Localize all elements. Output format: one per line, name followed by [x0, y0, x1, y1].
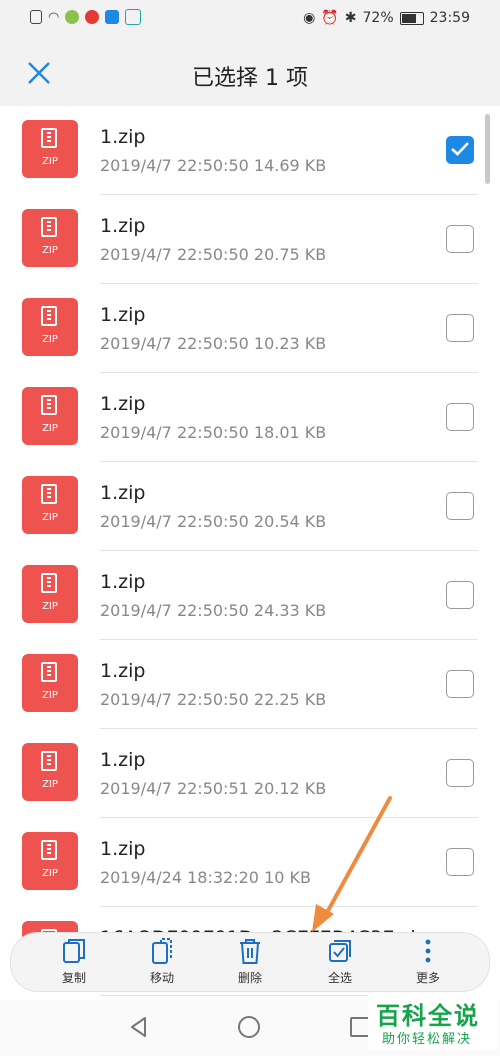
zip-icon-label: ZIP — [42, 245, 58, 256]
file-meta: 2019/4/7 22:50:50 22.25 KB — [100, 690, 327, 709]
zip-icon-label: ZIP — [42, 690, 58, 701]
checkbox[interactable] — [446, 225, 474, 253]
file-name: 1.zip — [100, 215, 146, 237]
checkbox[interactable] — [446, 581, 474, 609]
file-row[interactable]: ZIP 1.zip 2019/4/7 22:50:50 18.01 KB — [0, 373, 500, 462]
app-icon — [85, 10, 100, 24]
zip-file-icon: ZIP — [22, 743, 78, 801]
more-button[interactable]: 更多 — [383, 933, 473, 991]
file-row[interactable]: ZIP 1.zip 2019/4/7 22:50:50 14.69 KB — [0, 106, 500, 195]
zip-file-icon: ZIP — [22, 298, 78, 356]
system-status: ◉ ⏰ ✱ 72% 23:59 — [303, 10, 470, 26]
select-all-label: 全选 — [327, 971, 352, 985]
file-name: 1.zip — [100, 482, 146, 504]
wifi-icon: ◠ — [48, 9, 60, 25]
status-bar: ◠ ◉ ⏰ ✱ 72% 23:59 — [0, 0, 500, 40]
battery-percent: 72% — [362, 10, 394, 26]
trash-icon — [240, 939, 260, 964]
copy-label: 复制 — [61, 971, 86, 985]
back-icon[interactable] — [128, 1016, 150, 1038]
app-icon — [65, 10, 80, 24]
checkbox[interactable] — [446, 759, 474, 787]
file-row[interactable]: ZIP 1.zip 2019/4/24 18:32:20 10 KB — [0, 818, 500, 907]
notification-icons: ◠ — [30, 9, 142, 25]
zip-file-icon: ZIP — [22, 476, 78, 534]
zip-file-icon: ZIP — [22, 209, 78, 267]
checkbox[interactable] — [446, 848, 474, 876]
zip-file-icon: ZIP — [22, 120, 78, 178]
watermark: 百科全说 助你轻松解决 — [368, 994, 498, 1050]
alert-icon — [30, 10, 42, 24]
app-icon — [105, 10, 120, 24]
alarm-icon: ⏰ — [321, 10, 339, 26]
file-row[interactable]: ZIP 1.zip 2019/4/7 22:50:50 20.54 KB — [0, 462, 500, 551]
zip-file-icon: ZIP — [22, 387, 78, 445]
more-icon — [425, 939, 431, 963]
zip-icon-label: ZIP — [42, 512, 58, 523]
watermark-title: 百科全说 — [376, 1002, 480, 1030]
file-meta: 2019/4/7 22:50:50 20.54 KB — [100, 512, 327, 531]
file-row[interactable]: ZIP 1.zip 2019/4/7 22:50:51 20.12 KB — [0, 729, 500, 818]
copy-icon — [63, 939, 85, 963]
move-icon — [152, 938, 172, 964]
eye-icon: ◉ — [303, 10, 316, 26]
selection-header: 已选择 1 项 — [0, 40, 500, 106]
checkbox[interactable] — [446, 403, 474, 431]
delete-button[interactable]: 删除 — [205, 933, 295, 991]
zip-file-icon: ZIP — [22, 565, 78, 623]
delete-label: 删除 — [237, 971, 262, 985]
shield-icon — [125, 9, 142, 25]
zip-icon-label: ZIP — [42, 334, 58, 345]
file-name: 1.zip — [100, 838, 146, 860]
zip-icon-label: ZIP — [42, 779, 58, 790]
checkbox[interactable] — [446, 314, 474, 342]
file-meta: 2019/4/7 22:50:51 20.12 KB — [100, 779, 327, 798]
copy-button[interactable]: 复制 — [29, 933, 119, 991]
check-icon — [451, 142, 469, 156]
file-row[interactable]: ZIP 1.zip 2019/4/7 22:50:50 24.33 KB — [0, 551, 500, 640]
move-button[interactable]: 移动 — [117, 933, 207, 991]
zip-icon-label: ZIP — [42, 156, 58, 167]
file-meta: 2019/4/7 22:50:50 14.69 KB — [100, 156, 327, 175]
action-bar: 复制 移动 删除 全选 更多 — [10, 932, 490, 992]
file-name: 1.zip — [100, 571, 146, 593]
move-label: 移动 — [149, 971, 174, 985]
battery-icon — [399, 11, 424, 25]
home-icon[interactable] — [238, 1016, 260, 1038]
scrollbar[interactable] — [485, 114, 490, 184]
recents-icon[interactable] — [350, 1017, 370, 1037]
file-row[interactable]: ZIP 1.zip 2019/4/7 22:50:50 20.75 KB — [0, 195, 500, 284]
file-meta: 2019/4/7 22:50:50 24.33 KB — [100, 601, 327, 620]
zip-file-icon: ZIP — [22, 832, 78, 890]
zip-icon-label: ZIP — [42, 868, 58, 879]
clock: 23:59 — [429, 10, 470, 26]
file-name: 1.zip — [100, 393, 146, 415]
bluetooth-icon: ✱ — [344, 10, 357, 26]
file-name: 1.zip — [100, 660, 146, 682]
file-name: 1.zip — [100, 749, 146, 771]
zip-icon-label: ZIP — [42, 423, 58, 434]
checkbox[interactable] — [446, 492, 474, 520]
file-name: 1.zip — [100, 304, 146, 326]
file-row[interactable]: ZIP 1.zip 2019/4/7 22:50:50 10.23 KB — [0, 284, 500, 373]
zip-file-icon: ZIP — [22, 654, 78, 712]
checkbox[interactable] — [446, 670, 474, 698]
select-all-button[interactable]: 全选 — [295, 933, 385, 991]
file-meta: 2019/4/7 22:50:50 18.01 KB — [100, 423, 327, 442]
zip-icon-label: ZIP — [42, 601, 58, 612]
more-label: 更多 — [415, 971, 440, 985]
file-meta: 2019/4/7 22:50:50 20.75 KB — [100, 245, 327, 264]
file-row[interactable]: ZIP 1.zip 2019/4/7 22:50:50 22.25 KB — [0, 640, 500, 729]
watermark-subtitle: 助你轻松解决 — [382, 1032, 473, 1047]
page-title: 已选择 1 项 — [192, 66, 308, 91]
checkbox-checked[interactable] — [446, 136, 474, 164]
file-meta: 2019/4/7 22:50:50 10.23 KB — [100, 334, 327, 353]
select-all-icon — [329, 940, 351, 962]
file-meta: 2019/4/24 18:32:20 10 KB — [100, 868, 311, 887]
file-name: 1.zip — [100, 126, 146, 148]
